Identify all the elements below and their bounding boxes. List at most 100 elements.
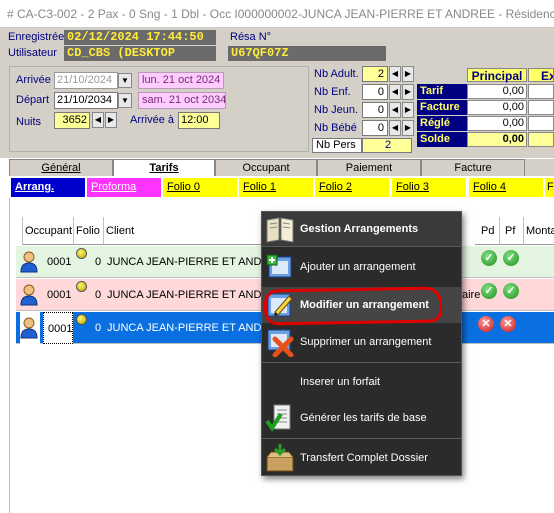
resa-value: U67QF07Z (228, 46, 386, 61)
nb-adult-decrement-button[interactable]: ◀ (389, 66, 401, 82)
arrivee-a-label: Arrivée à (130, 114, 175, 126)
folio-ball-icon (76, 281, 87, 313)
col-header-pd[interactable]: Pd (475, 217, 500, 245)
nb-enf-increment-button[interactable]: ▶ (402, 84, 414, 100)
nb-pers-field: 2 (362, 138, 412, 153)
nb-enf-label: Nb Enf. (314, 86, 351, 98)
folio-ball-icon (76, 248, 87, 280)
nb-jeun-increment-button[interactable]: ▶ (402, 102, 414, 118)
pf-ok-icon: ✓ (503, 283, 519, 315)
menu-item-generer-tarifs[interactable]: Générer les tarifs de base (262, 400, 461, 436)
totals-header-principal: Principal (467, 68, 527, 83)
totals-header-ex: Ex (528, 68, 554, 82)
folio-cell: 0 (95, 256, 102, 268)
nb-enf-decrement-button[interactable]: ◀ (389, 84, 401, 100)
transfer-folder-icon (265, 443, 295, 473)
folio-cell: 0 (95, 289, 102, 301)
depart-day: sam. 21 oct 2034 (138, 92, 226, 109)
nb-bebe-label: Nb Bébé (314, 122, 357, 134)
extra-cell: aire (462, 289, 480, 301)
col-header-folio[interactable]: Folio (74, 217, 104, 245)
menu-item-ajouter[interactable]: Ajouter un arrangement (262, 249, 461, 285)
solde-value: 0,00 (467, 132, 527, 147)
subtab-arrang[interactable]: Arrang. (11, 178, 85, 197)
arrivee-day: lun. 21 oct 2024 (138, 72, 224, 89)
menu-item-label: Générer les tarifs de base (300, 412, 427, 424)
client-cell: JUNCA JEAN-PIERRE ET ANDRE (107, 289, 277, 301)
occupant-icon (20, 246, 40, 278)
folio-cell: 0 (95, 322, 102, 334)
window-title: # CA-C3-002 - 2 Pax - 0 Sng - 1 Dbl - Oc… (0, 0, 554, 28)
depart-date-field[interactable]: 21/10/2034 (54, 92, 118, 109)
nb-jeun-label: Nb Jeun. (314, 104, 359, 116)
nuits-label: Nuits (16, 116, 42, 128)
solde-label: Solde (417, 132, 467, 147)
menu-item-label: Ajouter un arrangement (300, 261, 416, 273)
menu-title: Gestion Arrangements (262, 212, 461, 246)
col-header-pf[interactable]: Pf (500, 217, 524, 245)
sub-tabs: Arrang. Proforma Folio 0 Folio 1 Folio 2… (9, 176, 554, 198)
tab-paiement[interactable]: Paiement (317, 159, 421, 177)
nb-bebe-increment-button[interactable]: ▶ (402, 120, 414, 136)
nuits-decrement-button[interactable]: ◀ (92, 112, 104, 128)
nb-bebe-field[interactable]: 0 (362, 120, 388, 136)
nb-bebe-decrement-button[interactable]: ◀ (389, 120, 401, 136)
nuits-field[interactable]: 3652 (54, 112, 90, 129)
facture-value: 0,00 (467, 100, 527, 115)
menu-separator (262, 438, 461, 439)
arrivee-dropdown-button[interactable]: ▼ (118, 73, 132, 88)
subtab-folio-3[interactable]: Folio 3 (392, 178, 466, 197)
menu-item-transfert[interactable]: Transfert Complet Dossier (262, 440, 461, 476)
pd-ok-icon: ✓ (481, 250, 497, 282)
menu-item-label: Inserer un forfait (300, 376, 381, 388)
pd-ko-icon: ✕ (478, 316, 494, 348)
subtab-proforma[interactable]: Proforma (87, 178, 161, 197)
subtab-folio-more[interactable]: F (545, 178, 554, 197)
menu-item-supprimer[interactable]: Supprimer un arrangement (262, 324, 461, 360)
menu-item-label: Transfert Complet Dossier (300, 452, 428, 464)
enregistree-value: 02/12/2024 17:44:50 (64, 30, 216, 45)
col-header-client[interactable]: Client (104, 217, 262, 245)
nb-adult-increment-button[interactable]: ▶ (402, 66, 414, 82)
subtab-folio-2[interactable]: Folio 2 (315, 178, 389, 197)
add-arrangement-icon (265, 252, 295, 282)
nb-adult-label: Nb Adult. (314, 68, 359, 80)
subtab-folio-1[interactable]: Folio 1 (239, 178, 313, 197)
client-cell: JUNCA JEAN-PIERRE ET ANDRE (107, 322, 277, 334)
nb-enf-field[interactable]: 0 (362, 84, 388, 100)
solde-ex-value (528, 132, 554, 147)
nb-jeun-field[interactable]: 0 (362, 102, 388, 118)
occupant-cell: 0001 (43, 312, 73, 344)
occupant-cell: 0001 (47, 289, 72, 301)
depart-dropdown-button[interactable]: ▼ (118, 93, 132, 108)
facture-label: Facture (417, 100, 467, 115)
facture-ex-value (528, 100, 554, 115)
nb-pers-label: Nb Pers (312, 138, 362, 153)
arrivee-date-field[interactable]: 21/10/2024 (54, 72, 118, 89)
utilisateur-value: CD_CBS (DESKTOP (64, 46, 216, 61)
tarif-label: Tarif (417, 84, 467, 99)
menu-separator (262, 362, 461, 363)
highlight-circle (263, 286, 443, 326)
resa-label: Résa N° (230, 31, 272, 43)
col-header-occupant[interactable]: Occupant (22, 217, 74, 245)
subtab-folio-0[interactable]: Folio 0 (163, 178, 237, 197)
col-header-montant[interactable]: Monta (524, 217, 554, 245)
tarif-ex-value (528, 84, 554, 99)
nuits-increment-button[interactable]: ▶ (105, 112, 117, 128)
tab-occupant[interactable]: Occupant (215, 159, 317, 177)
tarif-value: 0,00 (467, 84, 527, 99)
pd-ok-icon: ✓ (481, 283, 497, 315)
menu-item-inserer-forfait[interactable]: Inserer un forfait (262, 364, 461, 400)
subtab-folio-4[interactable]: Folio 4 (469, 178, 543, 197)
folio-ball-icon (76, 314, 87, 346)
tab-general[interactable]: Général (9, 159, 113, 177)
context-menu: Gestion Arrangements Ajouter un arrangem… (261, 211, 462, 476)
nb-jeun-decrement-button[interactable]: ◀ (389, 102, 401, 118)
tab-facture[interactable]: Facture (421, 159, 525, 177)
enregistree-label: Enregistrée (8, 31, 65, 43)
occupant-icon (20, 279, 40, 311)
arrivee-a-field[interactable]: 12:00 (178, 112, 220, 129)
nb-adult-field[interactable]: 2 (362, 66, 388, 82)
book-icon (265, 215, 295, 245)
